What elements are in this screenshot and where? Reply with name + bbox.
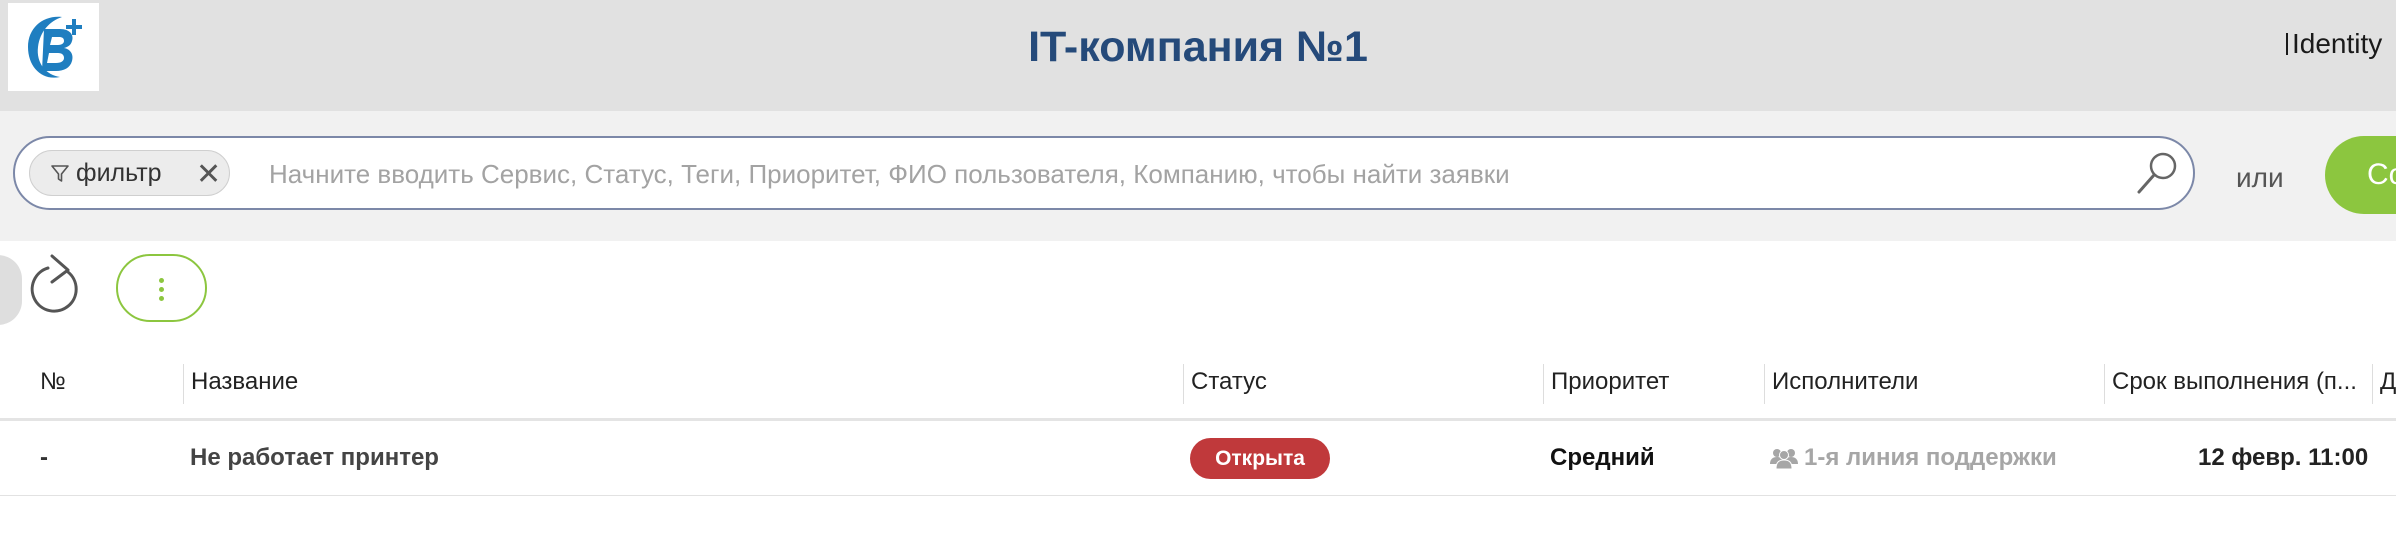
funnel-icon (51, 165, 69, 182)
table-header-divider (0, 418, 2396, 421)
divider-bar (2286, 33, 2288, 55)
filter-remove-icon[interactable]: ✕ (196, 157, 221, 192)
search-input[interactable] (267, 150, 2111, 198)
column-separator (2104, 364, 2105, 404)
users-icon (1770, 449, 1798, 470)
status-badge: Открыта (1190, 438, 1330, 479)
assignee-label: 1-я линия поддержки (1804, 444, 2057, 471)
cell-name[interactable]: Не работает принтер (190, 444, 439, 472)
column-separator (1183, 364, 1184, 404)
column-name[interactable]: Название (191, 368, 298, 396)
cell-number: - (40, 444, 48, 471)
column-separator (2372, 364, 2373, 404)
search-icon (2137, 152, 2177, 194)
search-button[interactable] (2135, 150, 2179, 201)
search-box[interactable]: фильтр ✕ (13, 136, 2195, 210)
filter-chip[interactable]: фильтр ✕ (29, 150, 230, 196)
column-assignees[interactable]: Исполнители (1772, 368, 1918, 396)
refresh-button[interactable] (30, 254, 84, 321)
filter-chip-label: фильтр (76, 159, 162, 187)
search-bar-area: фильтр ✕ или Со (0, 111, 2396, 241)
column-separator (183, 364, 184, 404)
create-request-button[interactable]: Со (2325, 136, 2396, 214)
column-separator (1764, 364, 1765, 404)
column-priority[interactable]: Приоритет (1551, 368, 1669, 396)
create-button-label: Со (2367, 158, 2396, 191)
column-truncated[interactable]: Д (2380, 368, 2396, 396)
or-label: или (2236, 162, 2284, 193)
column-number[interactable]: № (40, 368, 66, 396)
more-actions-button[interactable] (116, 254, 207, 322)
cell-priority: Средний (1550, 444, 1655, 471)
page-title: IT-компания №1 (1028, 22, 1368, 71)
cell-due-date: 12 февр. 11:00 (2198, 444, 2369, 471)
cell-assignee: 1-я линия поддержки (1770, 444, 2057, 472)
identity-link[interactable]: Identity (2286, 28, 2382, 60)
column-due-date[interactable]: Срок выполнения (п... (2112, 368, 2357, 396)
app-header: IT-компания №1 Identity (0, 0, 2396, 111)
refresh-icon (30, 254, 78, 313)
table-row-divider (0, 495, 2396, 496)
sidebar-toggle[interactable] (0, 255, 22, 325)
column-separator (1543, 364, 1544, 404)
column-status[interactable]: Статус (1191, 368, 1267, 396)
identity-label: Identity (2292, 28, 2383, 59)
